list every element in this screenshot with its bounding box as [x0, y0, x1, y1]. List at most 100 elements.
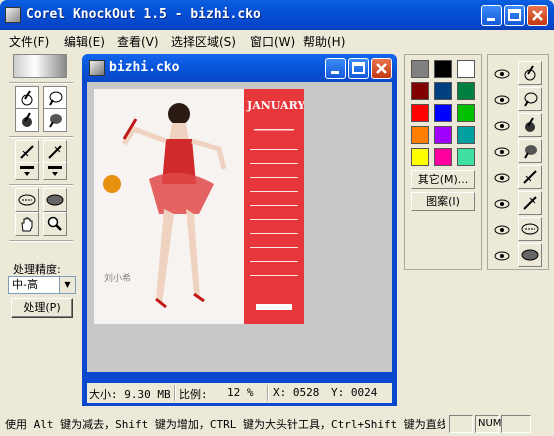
num-lock-indicator: NUM — [475, 415, 501, 433]
lasso-pen-icon — [21, 90, 33, 106]
eraser-icon — [521, 223, 539, 235]
menu-view[interactable]: 查看(V) — [117, 33, 159, 50]
eye-icon[interactable] — [491, 89, 513, 111]
color-swatch[interactable] — [457, 126, 475, 144]
precision-label: 处理精度: — [13, 263, 61, 276]
hand-tool[interactable] — [15, 212, 39, 236]
inside-fill-tool[interactable] — [15, 108, 39, 132]
doc-maximize-button[interactable] — [348, 58, 369, 79]
maximize-button[interactable] — [504, 5, 525, 26]
filled-lasso-icon — [22, 112, 32, 127]
eye-icon[interactable] — [491, 219, 513, 241]
color-swatch[interactable] — [411, 104, 429, 122]
menu-file[interactable]: 文件(F) — [9, 33, 49, 50]
status-bar: 使用 Alt 键为减去，Shift 键为增加，CTRL 键为大头针工具，Ctrl… — [0, 412, 554, 436]
window-title: Corel KnockOut 1.5 - bizhi.cko — [26, 7, 261, 22]
lasso-pen-icon — [524, 65, 536, 81]
color-swatch[interactable] — [411, 126, 429, 144]
inside-object-view-tool[interactable] — [518, 61, 542, 85]
wallpaper-image: JANUARY 刘小希 — [94, 89, 304, 324]
inside-brush-tool[interactable] — [15, 140, 39, 164]
brush-cross-icon — [20, 145, 34, 159]
color-swatch[interactable] — [457, 148, 475, 166]
color-palette-panel: 其它(M)... 图案(I) — [404, 54, 482, 270]
doc-close-button[interactable] — [371, 58, 392, 79]
status-cell — [449, 415, 473, 433]
outside-object-tool[interactable] — [43, 86, 67, 110]
outside-eraser-view-tool[interactable] — [518, 243, 542, 267]
close-button[interactable] — [527, 5, 548, 26]
image-canvas[interactable]: JANUARY 刘小希 — [87, 82, 392, 372]
outside-size-dropdown[interactable] — [43, 162, 67, 180]
color-swatch[interactable] — [434, 60, 452, 78]
pattern-button[interactable]: 图案(I) — [411, 192, 475, 211]
precision-select[interactable]: 中-高 ▼ — [8, 276, 76, 294]
menu-edit[interactable]: 编辑(E) — [64, 33, 105, 50]
menu-select-region[interactable]: 选择区域(S) — [171, 33, 236, 50]
document-titlebar: bizhi.cko — [82, 54, 397, 82]
eye-icon[interactable] — [491, 193, 513, 215]
chevron-down-icon — [48, 166, 62, 176]
calendar-month: JANUARY — [247, 99, 304, 112]
inside-object-tool[interactable] — [15, 86, 39, 110]
preview-thumbnail — [13, 54, 67, 78]
color-swatch[interactable] — [434, 104, 452, 122]
chevron-down-icon[interactable]: ▼ — [59, 277, 75, 293]
minimize-button[interactable] — [481, 5, 502, 26]
outside-eraser-tool[interactable] — [43, 188, 67, 212]
menu-help[interactable]: 帮助(H) — [303, 33, 345, 50]
color-swatch[interactable] — [411, 60, 429, 78]
eye-icon[interactable] — [491, 115, 513, 137]
color-swatch[interactable] — [457, 82, 475, 100]
color-swatch[interactable] — [457, 104, 475, 122]
color-swatch[interactable] — [434, 148, 452, 166]
brush-icon — [48, 145, 62, 159]
eye-icon[interactable] — [491, 245, 513, 267]
outside-brush-view-tool[interactable] — [518, 191, 542, 215]
eye-icon[interactable] — [491, 167, 513, 189]
process-button[interactable]: 处理(P) — [11, 298, 73, 318]
color-swatch[interactable] — [411, 82, 429, 100]
lasso-icon — [524, 92, 538, 107]
x-coordinate: X: 0528 — [273, 386, 320, 399]
image-size: 大小: 9.30 MB — [89, 388, 171, 401]
app-icon — [5, 7, 21, 23]
zoom-tool[interactable] — [43, 212, 67, 236]
color-swatch[interactable] — [434, 126, 452, 144]
status-cell — [501, 415, 531, 433]
right-tool-panel — [487, 54, 549, 270]
y-coordinate: Y: 0024 — [331, 386, 378, 399]
caption-name: 刘小希 — [104, 274, 132, 284]
precision-value: 中-高 — [12, 278, 38, 291]
color-swatch[interactable] — [457, 60, 475, 78]
inside-brush-view-tool[interactable] — [518, 165, 542, 189]
eraser-icon — [18, 194, 36, 206]
inside-eraser-tool[interactable] — [15, 188, 39, 212]
filled-eraser-icon — [46, 194, 64, 206]
document-icon — [89, 60, 105, 76]
outside-object-view-tool[interactable] — [518, 87, 542, 111]
main-titlebar: Corel KnockOut 1.5 - bizhi.cko — [0, 0, 554, 30]
inside-size-dropdown[interactable] — [15, 162, 39, 180]
filled-ellipse-icon — [524, 145, 537, 159]
scale-label: 比例: — [179, 388, 208, 401]
color-swatch[interactable] — [411, 148, 429, 166]
color-swatch[interactable] — [434, 82, 452, 100]
menu-window[interactable]: 窗口(W) — [250, 33, 295, 50]
scale-value: 12 % — [227, 386, 254, 399]
brush-cross-icon — [523, 170, 537, 184]
calendar-strip: JANUARY — [244, 89, 304, 324]
outside-brush-tool[interactable] — [43, 140, 67, 164]
outside-fill-view-tool[interactable] — [518, 139, 542, 163]
eye-icon[interactable] — [491, 63, 513, 85]
inside-fill-view-tool[interactable] — [518, 113, 542, 137]
document-status-bar: 大小: 9.30 MB 比例: 12 % X: 0528 Y: 0024 — [87, 383, 392, 403]
eye-icon[interactable] — [491, 141, 513, 163]
inside-eraser-view-tool[interactable] — [518, 217, 542, 241]
doc-minimize-button[interactable] — [325, 58, 346, 79]
document-title: bizhi.cko — [109, 60, 180, 75]
outside-fill-tool[interactable] — [43, 108, 67, 132]
lasso-icon — [49, 91, 63, 106]
menu-bar: 文件(F) 编辑(E) 查看(V) 选择区域(S) 窗口(W) 帮助(H) — [0, 30, 554, 50]
other-colors-button[interactable]: 其它(M)... — [411, 170, 475, 189]
